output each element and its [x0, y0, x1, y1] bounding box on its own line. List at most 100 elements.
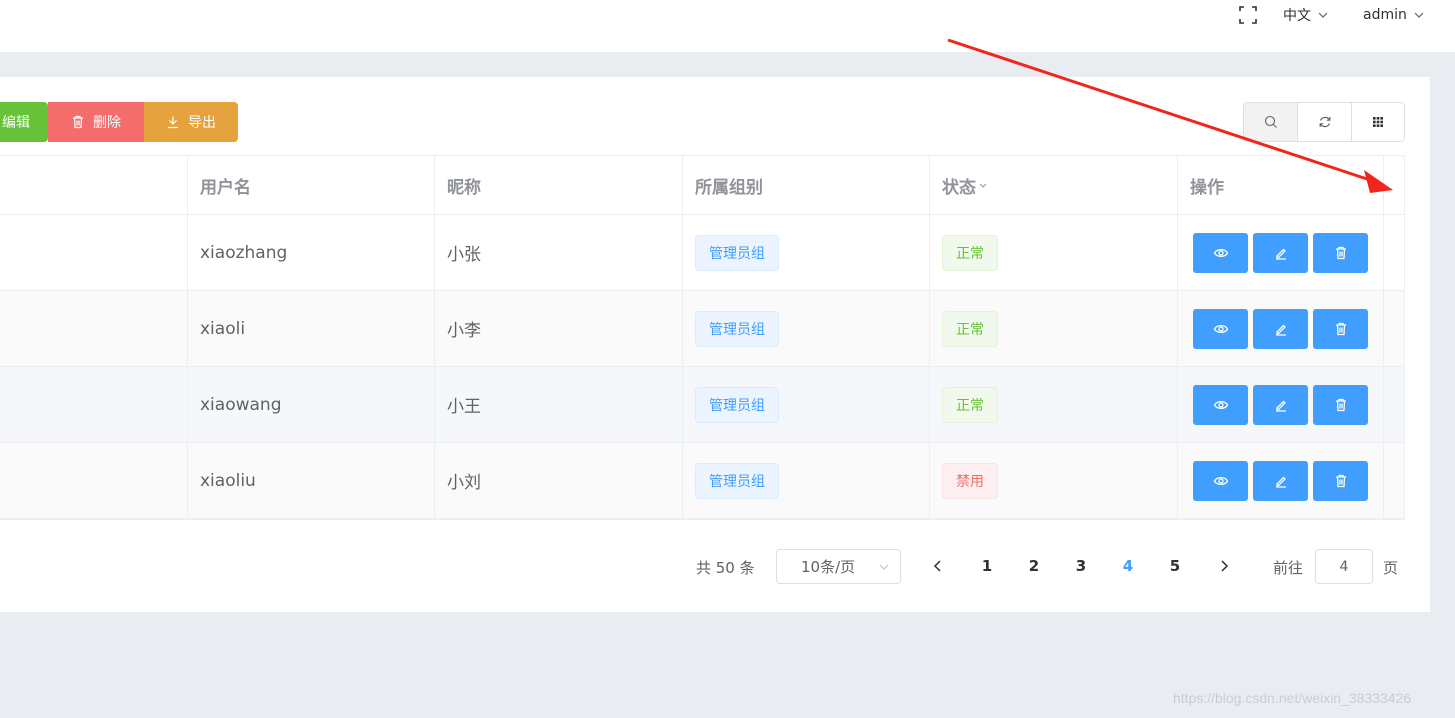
group-cell: 管理员组 — [683, 443, 930, 518]
column-header-gutter — [1384, 156, 1404, 214]
fullscreen-icon[interactable] — [1238, 5, 1258, 25]
view-button[interactable] — [1193, 460, 1248, 501]
search-icon — [1264, 115, 1277, 128]
delete-row-button[interactable] — [1313, 308, 1368, 349]
language-switcher[interactable]: 中文 — [1283, 5, 1329, 25]
gutter-cell — [1384, 291, 1404, 366]
row-select-cell — [0, 215, 188, 290]
column-header-username: 用户名 — [188, 156, 435, 214]
language-label: 中文 — [1283, 8, 1311, 24]
trash-icon — [1335, 246, 1346, 259]
table-row: xiaoliu 小刘 管理员组 禁用 — [0, 443, 1404, 519]
pagination-total: 共 50 条 — [696, 559, 755, 577]
next-page-icon[interactable] — [1216, 557, 1232, 575]
page-1[interactable]: 1 — [977, 557, 997, 575]
top-header: 中文 admin — [0, 0, 1455, 52]
table-tools-group — [1243, 102, 1405, 142]
page-3[interactable]: 3 — [1071, 557, 1091, 575]
view-button[interactable] — [1193, 232, 1248, 273]
sort-caret-icon[interactable] — [978, 180, 988, 190]
content-card: 编辑 删除 导出 用户名 昵称 所属组别 状态 操作 xiaozhang 小张 … — [0, 77, 1430, 612]
pencil-icon — [1275, 476, 1286, 488]
trash-icon — [1335, 474, 1346, 487]
group-cell: 管理员组 — [683, 291, 930, 366]
column-header-status[interactable]: 状态 — [930, 156, 1178, 214]
prev-page-icon[interactable] — [930, 557, 946, 575]
nickname-cell: 小李 — [435, 291, 683, 366]
nickname-cell: 小刘 — [435, 443, 683, 518]
edit-row-button[interactable] — [1253, 384, 1308, 425]
trash-icon — [1335, 322, 1346, 335]
page-size-select[interactable]: 10条/页 — [776, 549, 901, 584]
user-menu[interactable]: admin — [1363, 5, 1425, 25]
gutter-cell — [1384, 367, 1404, 442]
search-button[interactable] — [1244, 103, 1298, 141]
column-header-group: 所属组别 — [683, 156, 930, 214]
column-header-select — [0, 156, 188, 214]
status-badge: 正常 — [942, 386, 998, 423]
chevron-down-icon — [1414, 12, 1424, 18]
refresh-icon — [1319, 116, 1330, 128]
columns-button[interactable] — [1350, 103, 1404, 141]
group-tag: 管理员组 — [695, 462, 779, 499]
nickname-cell: 小王 — [435, 367, 683, 442]
status-badge: 正常 — [942, 234, 998, 271]
group-tag: 管理员组 — [695, 386, 779, 423]
gutter-cell — [1384, 443, 1404, 518]
page-5[interactable]: 5 — [1165, 557, 1185, 575]
delete-button[interactable]: 删除 — [48, 102, 144, 142]
delete-row-button[interactable] — [1313, 232, 1368, 273]
edit-button[interactable]: 编辑 — [0, 102, 48, 142]
chevron-down-icon — [879, 564, 889, 570]
actions-cell — [1178, 215, 1384, 290]
username-cell: xiaoliu — [188, 443, 435, 518]
group-cell: 管理员组 — [683, 367, 930, 442]
status-cell: 正常 — [930, 291, 1178, 366]
pagination: 共 50 条 10条/页 1 2 3 4 5 前往 页 — [0, 549, 1430, 585]
grid-icon — [1372, 117, 1383, 127]
status-cell: 正常 — [930, 367, 1178, 442]
view-button[interactable] — [1193, 384, 1248, 425]
table-row: xiaowang 小王 管理员组 正常 — [0, 367, 1404, 443]
edit-row-button[interactable] — [1253, 232, 1308, 273]
username-cell: xiaoli — [188, 291, 435, 366]
group-tag: 管理员组 — [695, 310, 779, 347]
goto-label: 前往 — [1273, 559, 1304, 577]
delete-row-button[interactable] — [1313, 384, 1368, 425]
table-header: 用户名 昵称 所属组别 状态 操作 — [0, 156, 1404, 215]
user-name: admin — [1363, 7, 1407, 23]
column-header-actions: 操作 — [1178, 156, 1384, 214]
status-cell: 正常 — [930, 215, 1178, 290]
actions-cell — [1178, 291, 1384, 366]
eye-icon — [1213, 476, 1228, 485]
page-2[interactable]: 2 — [1024, 557, 1044, 575]
edit-row-button[interactable] — [1253, 308, 1308, 349]
delete-row-button[interactable] — [1313, 460, 1368, 501]
actions-cell — [1178, 443, 1384, 518]
edit-button-label: 编辑 — [2, 115, 30, 131]
chevron-down-icon — [1318, 12, 1328, 18]
page-4[interactable]: 4 — [1118, 557, 1138, 575]
goto-suffix: 页 — [1383, 559, 1399, 577]
download-icon — [168, 116, 178, 129]
view-button[interactable] — [1193, 308, 1248, 349]
table-row: xiaozhang 小张 管理员组 正常 — [0, 215, 1404, 291]
pencil-icon — [1275, 248, 1286, 260]
username-cell: xiaowang — [188, 367, 435, 442]
refresh-button[interactable] — [1297, 103, 1351, 141]
trash-icon — [1335, 398, 1346, 411]
status-cell: 禁用 — [930, 443, 1178, 518]
goto-page-input[interactable] — [1315, 549, 1373, 584]
column-header-nickname: 昵称 — [435, 156, 683, 214]
pencil-icon — [1275, 400, 1286, 412]
row-select-cell — [0, 367, 188, 442]
row-select-cell — [0, 291, 188, 366]
eye-icon — [1213, 324, 1228, 333]
export-button[interactable]: 导出 — [144, 102, 238, 142]
gutter-cell — [1384, 215, 1404, 290]
page-size-value: 10条/页 — [801, 558, 856, 576]
group-tag: 管理员组 — [695, 234, 779, 271]
pencil-icon — [1275, 324, 1286, 336]
export-button-label: 导出 — [188, 115, 216, 131]
edit-row-button[interactable] — [1253, 460, 1308, 501]
